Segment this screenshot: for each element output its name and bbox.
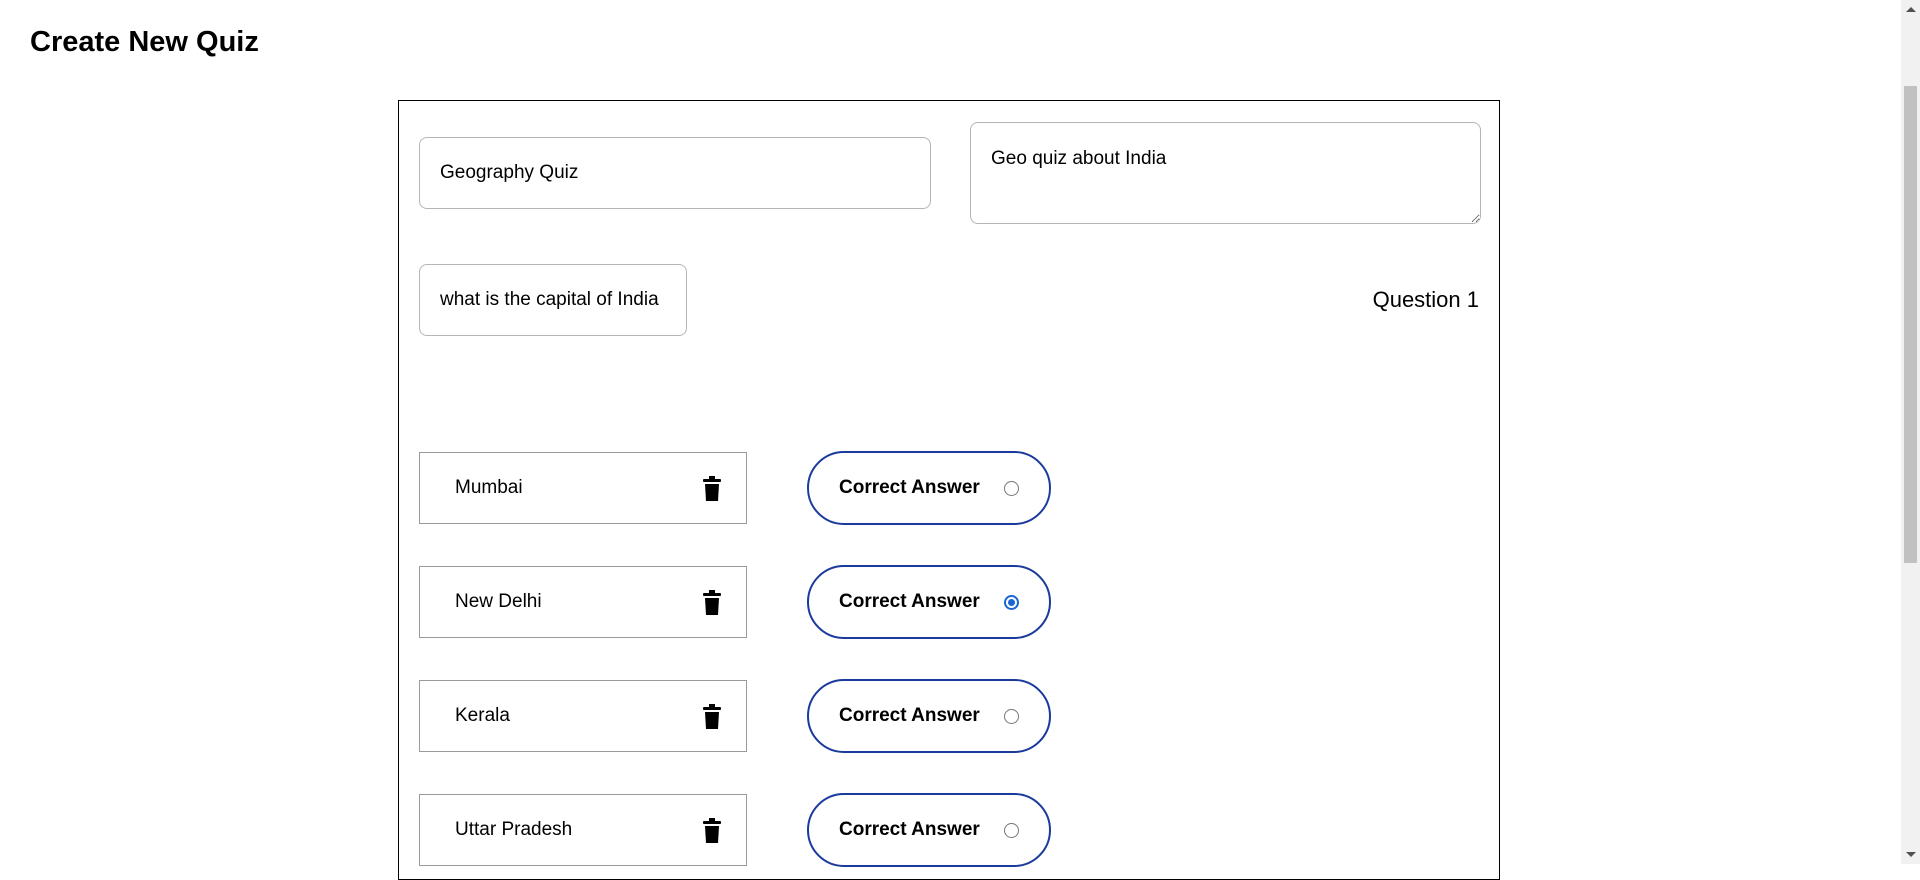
trash-icon[interactable] bbox=[702, 704, 722, 730]
trash-icon[interactable] bbox=[702, 476, 722, 502]
answer-option-text: New Delhi bbox=[455, 591, 542, 612]
quiz-title-input[interactable] bbox=[419, 137, 931, 209]
correct-answer-radio[interactable] bbox=[1004, 709, 1019, 724]
correct-answer-radio[interactable] bbox=[1004, 823, 1019, 838]
correct-answer-radio[interactable] bbox=[1004, 481, 1019, 496]
correct-answer-label: Correct Answer bbox=[839, 477, 980, 498]
quiz-form-panel: Geo quiz about India Question 1 Mumbai C… bbox=[398, 100, 1500, 880]
correct-answer-label: Correct Answer bbox=[839, 705, 980, 726]
answer-option-2[interactable]: New Delhi bbox=[419, 566, 747, 638]
correct-answer-button-1[interactable]: Correct Answer bbox=[807, 451, 1051, 525]
question-text-input[interactable] bbox=[419, 264, 687, 336]
correct-answer-label: Correct Answer bbox=[839, 591, 980, 612]
page-title: Create New Quiz bbox=[30, 26, 259, 58]
answer-option-text: Mumbai bbox=[455, 477, 523, 498]
answer-option-text: Uttar Pradesh bbox=[455, 819, 573, 840]
correct-answer-button-3[interactable]: Correct Answer bbox=[807, 679, 1051, 753]
correct-answer-radio[interactable] bbox=[1004, 595, 1019, 610]
scrollbar-thumb[interactable] bbox=[1904, 86, 1917, 563]
correct-answer-label: Correct Answer bbox=[839, 819, 980, 840]
question-number-label: Question 1 bbox=[1372, 287, 1479, 312]
answer-option-1[interactable]: Mumbai bbox=[419, 452, 747, 524]
page-scrollbar[interactable] bbox=[1901, 0, 1920, 864]
scroll-down-arrow-icon[interactable] bbox=[1906, 852, 1916, 857]
correct-answer-button-2[interactable]: Correct Answer bbox=[807, 565, 1051, 639]
trash-icon[interactable] bbox=[702, 818, 722, 844]
answer-option-4[interactable]: Uttar Pradesh bbox=[419, 794, 747, 866]
answer-option-3[interactable]: Kerala bbox=[419, 680, 747, 752]
answer-option-text: Kerala bbox=[455, 705, 510, 726]
trash-icon[interactable] bbox=[702, 590, 722, 616]
quiz-description-textarea[interactable]: Geo quiz about India bbox=[970, 122, 1481, 224]
scroll-up-arrow-icon[interactable] bbox=[1906, 7, 1916, 12]
correct-answer-button-4[interactable]: Correct Answer bbox=[807, 793, 1051, 867]
